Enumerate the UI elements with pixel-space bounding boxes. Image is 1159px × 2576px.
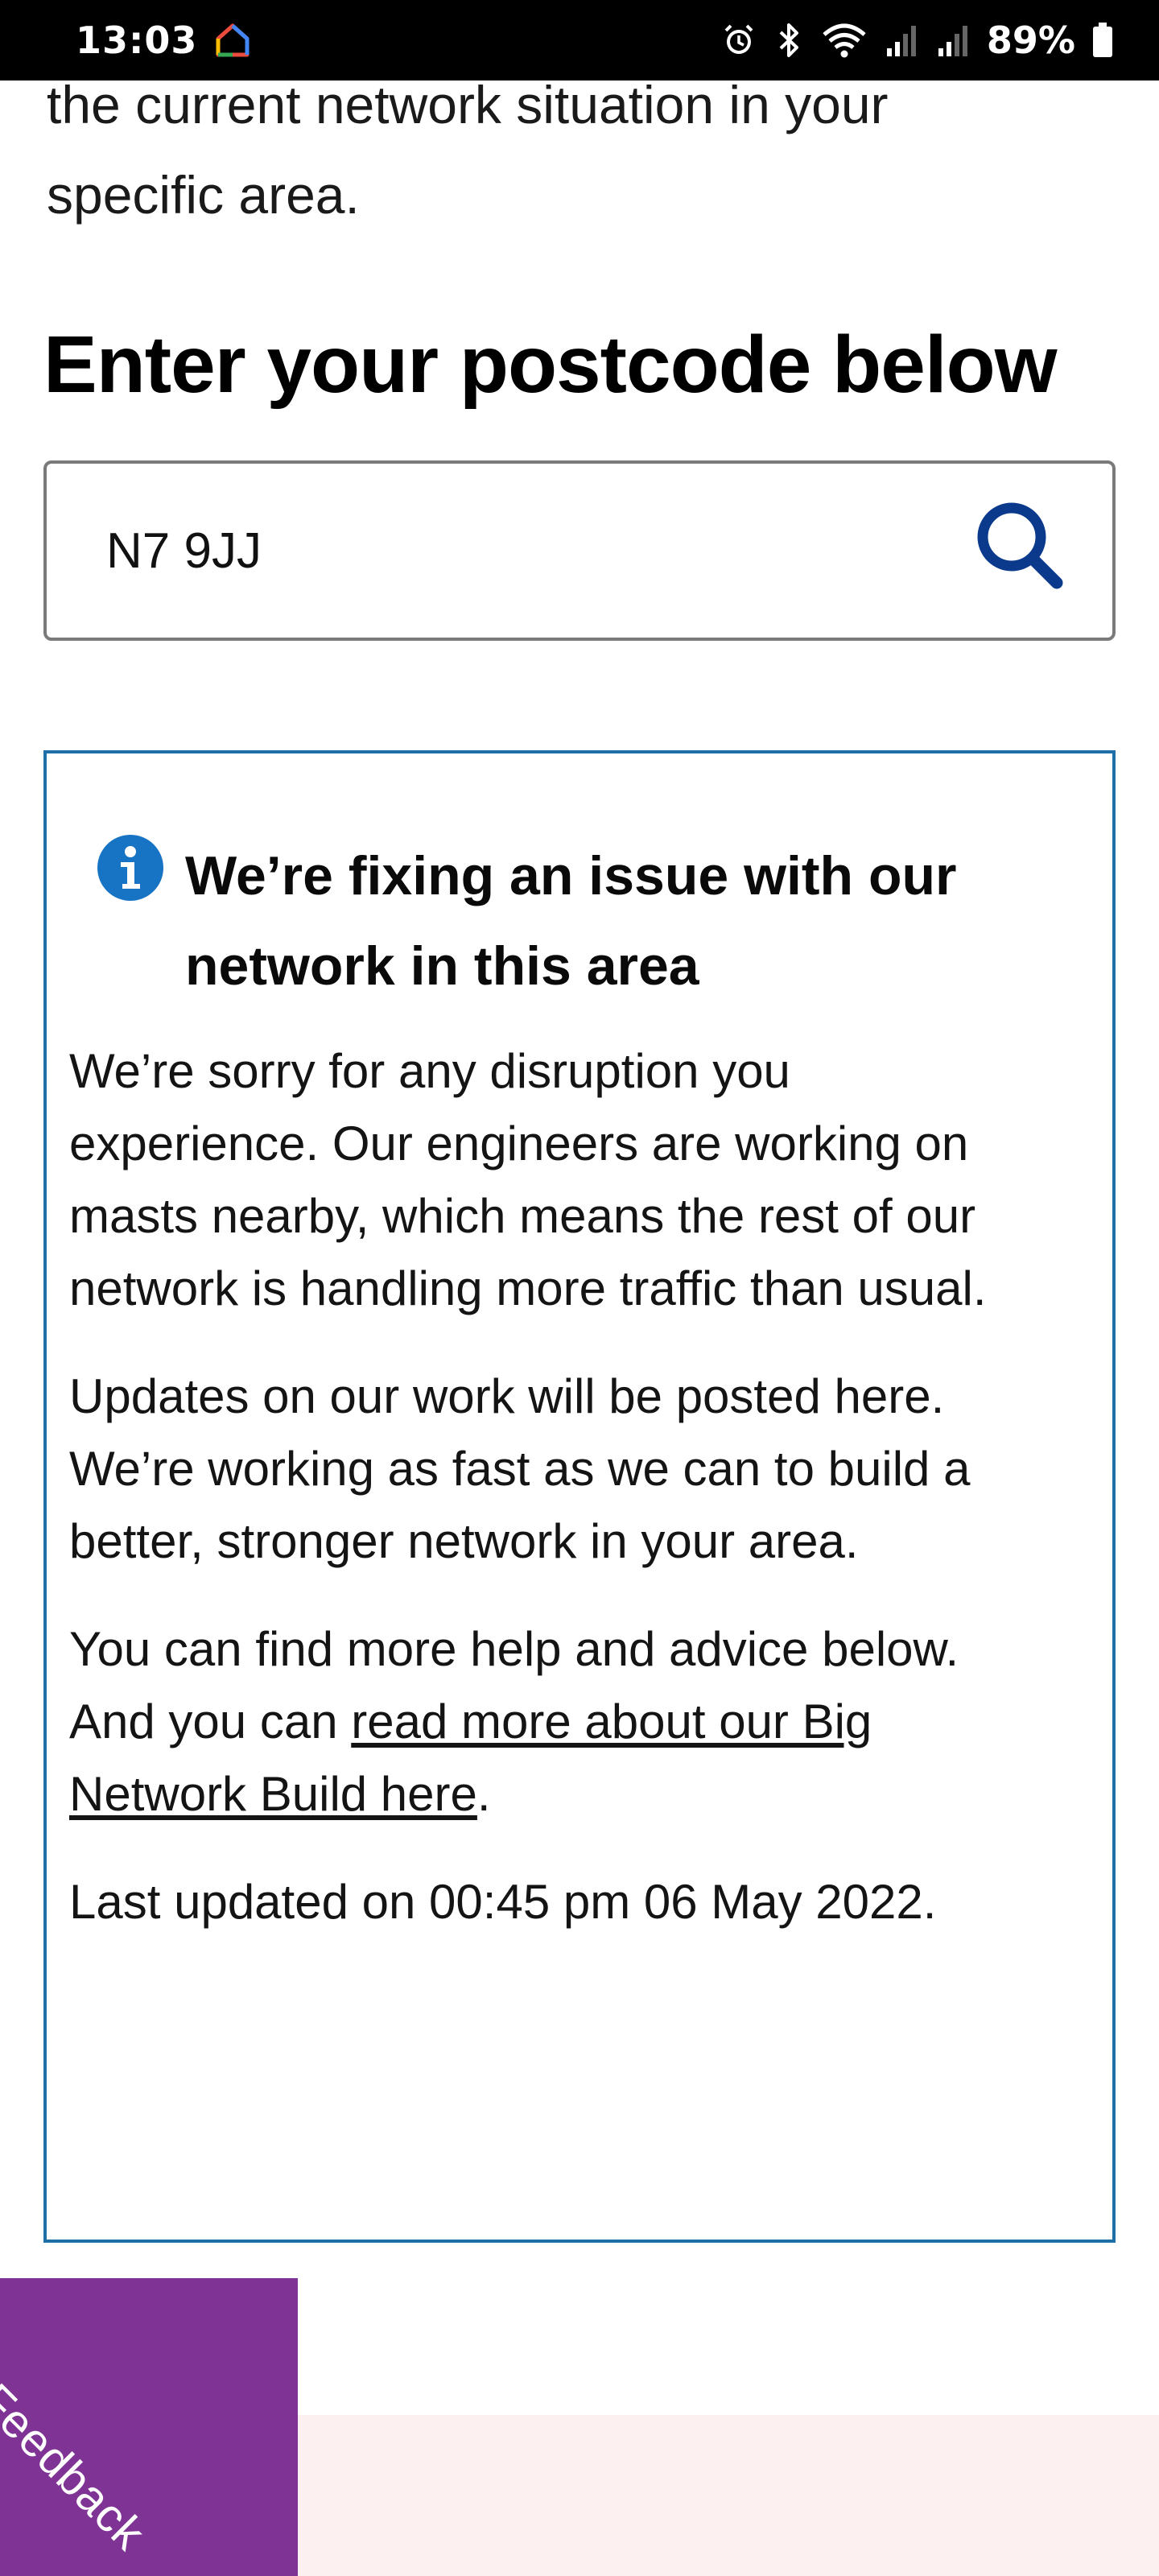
info-icon [97, 834, 164, 902]
intro-line-2: specific area. [47, 165, 360, 225]
status-left: 13:03 [76, 19, 250, 62]
postcode-heading: Enter your postcode below [43, 320, 1057, 410]
search-icon [971, 498, 1068, 599]
postcode-search-box [43, 460, 1116, 641]
signal-icon [884, 23, 919, 58]
feedback-button[interactable]: Feedback [0, 2278, 298, 2576]
network-alert: We’re fixing an issue with our network i… [43, 750, 1116, 2243]
wifi-icon [821, 22, 868, 59]
alert-paragraph-punct: . [476, 1767, 491, 1821]
bluetooth-icon [773, 22, 805, 59]
last-updated: Last updated on 00:45 pm 06 May 2022. [69, 1875, 937, 1929]
home-app-icon [215, 23, 250, 58]
alert-paragraph-text: Updates on our work will be posted here.… [69, 1369, 971, 1568]
search-button[interactable] [967, 496, 1072, 601]
alert-paragraph: You can find more help and advice below.… [69, 1613, 1003, 1831]
battery-icon [1091, 22, 1114, 59]
status-time: 13:03 [76, 19, 198, 62]
signal-icon [935, 23, 971, 58]
alarm-icon [721, 23, 757, 58]
alert-title: We’re fixing an issue with our network i… [185, 845, 957, 997]
intro-line-1: the current network situation in your [47, 75, 889, 134]
battery-percentage: 89% [986, 19, 1075, 62]
alert-body: We’re sorry for any disruption you exper… [69, 1035, 1003, 1974]
alert-paragraph: We’re sorry for any disruption you exper… [69, 1044, 987, 1315]
postcode-input[interactable] [106, 502, 911, 599]
status-right: 89% [721, 19, 1114, 62]
alert-paragraph: Updates on our work will be posted here.… [69, 1360, 1003, 1578]
